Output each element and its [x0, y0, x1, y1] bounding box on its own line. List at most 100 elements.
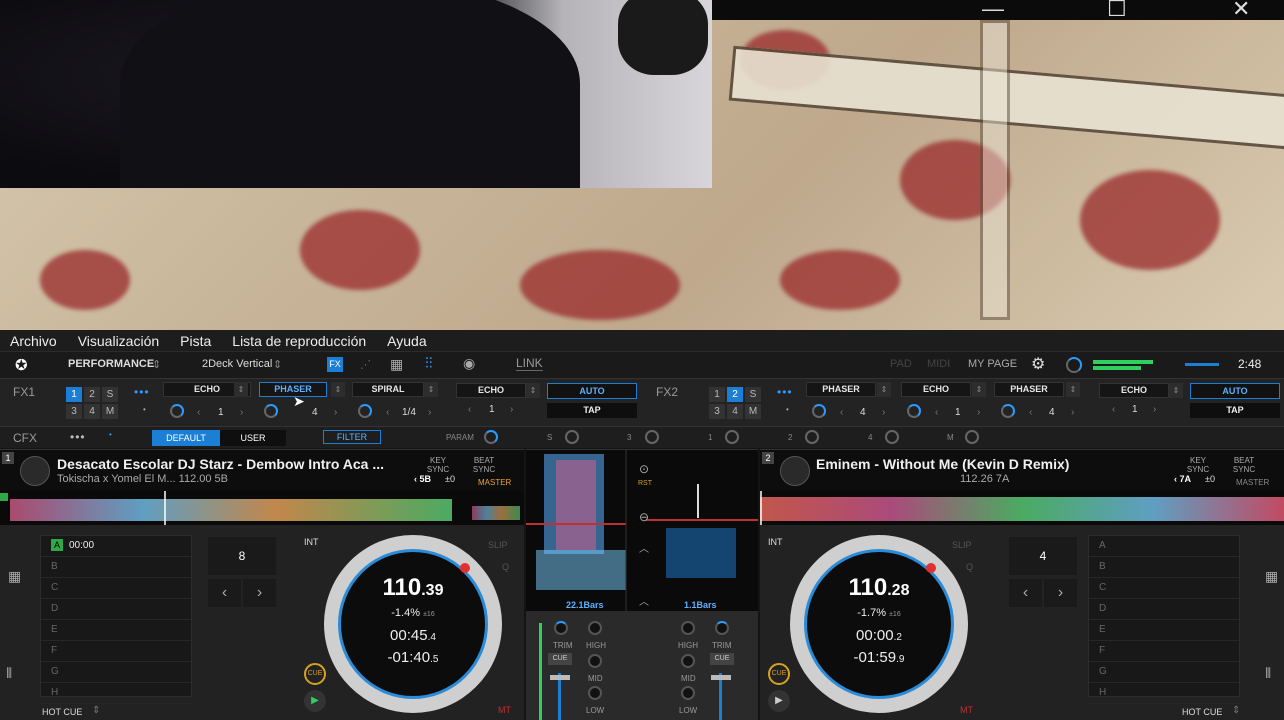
menu-lista-reproduccion[interactable]: Lista de reproducción [232, 333, 366, 349]
hot-cue-d[interactable]: D [41, 599, 191, 620]
prev-icon[interactable]: ‹ [386, 407, 389, 418]
hot-cue-h[interactable]: H [41, 683, 191, 704]
menu-pista[interactable]: Pista [180, 333, 211, 349]
prev-icon[interactable]: ‹ [935, 407, 938, 418]
fx2-assign-s[interactable]: S [745, 387, 761, 402]
hot-cue-d[interactable]: D [1089, 599, 1239, 620]
cfx-filter-button[interactable]: FILTER [323, 430, 381, 444]
fx2-beat-select[interactable]: ECHO [1099, 383, 1169, 398]
deck1-cue-button[interactable]: CUE [304, 663, 326, 685]
deck2-int-label[interactable]: INT [768, 537, 783, 547]
next-icon[interactable]: › [1153, 404, 1156, 415]
grid-icon[interactable]: ▦ [390, 356, 403, 373]
prev-icon[interactable]: ‹ [468, 404, 471, 415]
layout-mode-select[interactable]: PERFORMANCE [68, 358, 154, 370]
fx1-assign-m[interactable]: M [102, 404, 118, 419]
deck2-play-button[interactable]: ▶ [768, 690, 790, 712]
deck1-jog-platter[interactable]: 110.39 -1.4% ±16 00:45.4 -01:40.5 [324, 535, 502, 713]
next-icon[interactable]: › [977, 407, 980, 418]
deck1-headphone-cue-button[interactable]: CUE [548, 653, 572, 665]
more-icon[interactable]: ••• [777, 385, 793, 399]
cfx-knob-1[interactable] [725, 430, 739, 444]
deck2-beat-sync-label[interactable]: BEAT SYNC [1227, 456, 1261, 474]
zoom-icon[interactable]: ⊙ [639, 462, 649, 476]
hot-cue-e[interactable]: E [1089, 620, 1239, 641]
deck2-trim-knob[interactable] [715, 621, 729, 635]
cfx-knob-m[interactable] [965, 430, 979, 444]
menu-archivo[interactable]: Archivo [10, 333, 57, 349]
fx1-slot3-select[interactable]: SPIRAL [352, 382, 424, 397]
deck1-beat-sync-label[interactable]: BEAT SYNC [467, 456, 501, 474]
deck2-quantize-button[interactable]: Q [966, 562, 973, 572]
fx2-assign-2[interactable]: 2 [727, 387, 743, 402]
deck1-key-sync-label[interactable]: KEY SYNC [425, 456, 451, 474]
deck1-int-label[interactable]: INT [304, 537, 319, 547]
hot-cue-h[interactable]: H [1089, 683, 1239, 704]
deck2-jog-platter[interactable]: 110.28 -1.7% ±16 00:00.2 -01:59.9 [790, 535, 968, 713]
fx-panel-icon[interactable]: FX [327, 357, 343, 372]
next-icon[interactable]: › [882, 407, 885, 418]
fx2-assign-1[interactable]: 1 [709, 387, 725, 402]
prev-icon[interactable]: ‹ [197, 407, 200, 418]
chevron-up-icon[interactable]: ︿ [639, 540, 649, 555]
deck2-key-sync-label[interactable]: KEY SYNC [1185, 456, 1211, 474]
deck2-loop-next-button[interactable]: › [1044, 579, 1077, 607]
deck1-slip-button[interactable]: SLIP [488, 540, 508, 550]
deck2-high-knob[interactable] [681, 621, 695, 635]
mixer-icon[interactable]: ⫶⫶ [425, 355, 433, 372]
waveform-toggle-icon[interactable]: ⦀ [6, 665, 12, 682]
fx2-assign-3[interactable]: 3 [709, 404, 725, 419]
hot-cue-c[interactable]: C [1089, 578, 1239, 599]
deck2-hot-cue-label[interactable]: HOT CUE [1182, 707, 1222, 717]
deck1-waveform[interactable] [0, 491, 524, 525]
deck1-hot-cue-label[interactable]: HOT CUE [42, 707, 82, 717]
master-volume-knob[interactable] [1066, 357, 1082, 373]
deck1-high-knob[interactable] [588, 621, 602, 635]
fx1-assign-1[interactable]: 1 [66, 387, 82, 402]
hot-cue-g[interactable]: G [1089, 662, 1239, 683]
headphone-level[interactable] [1185, 363, 1219, 366]
grid-icon[interactable]: ▦ [8, 568, 21, 585]
fx2-slot3-select[interactable]: PHASER [994, 382, 1064, 397]
record-icon[interactable]: ◉ [463, 355, 475, 372]
fx1-assign-4[interactable]: 4 [84, 404, 100, 419]
zoom-icon[interactable]: ⊖ [639, 510, 649, 524]
prev-icon[interactable]: ‹ [840, 407, 843, 418]
deck2-master-tempo-button[interactable]: MT [960, 705, 973, 715]
hot-cue-b[interactable]: B [41, 557, 191, 578]
hot-cue-a[interactable]: A 00:00 [41, 536, 191, 557]
deck2-cue-button[interactable]: CUE [768, 663, 790, 685]
deck-mode-select[interactable]: 2Deck Vertical [202, 358, 272, 370]
more-icon[interactable]: ••• [70, 430, 86, 444]
more-icon[interactable]: ••• [134, 385, 150, 399]
fx2-assign-m[interactable]: M [745, 404, 761, 419]
deck2-low-knob[interactable] [681, 686, 695, 700]
chevron-updown-icon[interactable]: ⇕ [234, 382, 248, 397]
my-page-button[interactable]: MY PAGE [968, 358, 1017, 370]
chevron-updown-icon[interactable]: ⇕ [331, 382, 345, 397]
deck1-trim-knob[interactable] [554, 621, 568, 635]
cfx-knob-s[interactable] [565, 430, 579, 444]
gear-icon[interactable]: ⚙ [1031, 354, 1045, 374]
link-button[interactable]: LINK [516, 356, 543, 371]
deck1-master-button[interactable]: MASTER [478, 478, 511, 487]
fx2-tap-button[interactable]: TAP [1190, 403, 1280, 418]
fx2-slot1-knob[interactable] [812, 404, 826, 418]
deck2-channel-fader[interactable] [719, 673, 722, 720]
fx1-slot1-knob[interactable] [170, 404, 184, 418]
sampler-icon[interactable]: ⋰ [360, 358, 371, 371]
fx2-slot2-select[interactable]: ECHO [901, 382, 971, 397]
fx2-slot2-knob[interactable] [907, 404, 921, 418]
chevron-updown-icon[interactable]: ⇕ [1232, 705, 1240, 716]
next-icon[interactable]: › [334, 407, 337, 418]
grid-icon[interactable]: ▦ [1265, 568, 1278, 585]
chevron-updown-icon[interactable]: ⇕ [526, 383, 540, 398]
deck1-master-tempo-button[interactable]: MT [498, 705, 511, 715]
menu-ayuda[interactable]: Ayuda [387, 333, 426, 349]
prev-icon[interactable]: ‹ [1029, 407, 1032, 418]
deck2-beat-loop-display[interactable]: 4 [1009, 537, 1077, 575]
chevron-updown-icon[interactable]: ⇕ [1066, 382, 1080, 397]
deck1-fader-cap[interactable] [550, 675, 570, 680]
cfx-default-button[interactable]: DEFAULT [152, 430, 220, 446]
cfx-knob-3[interactable] [645, 430, 659, 444]
